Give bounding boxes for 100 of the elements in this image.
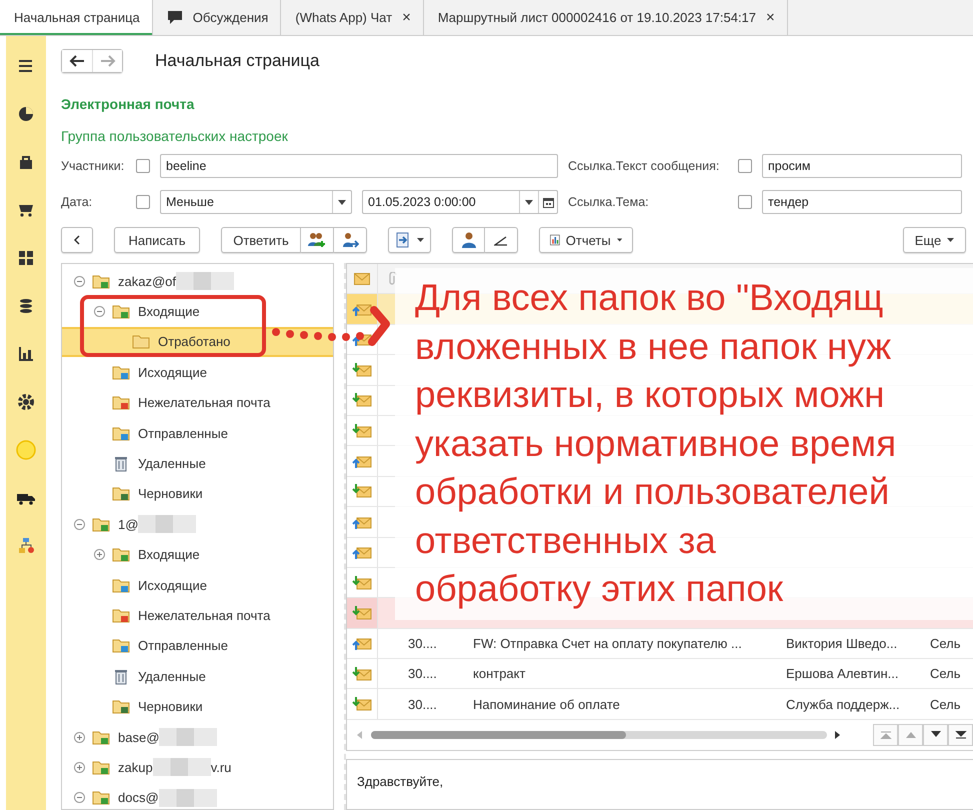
annotation-text: обработку этих папок bbox=[415, 567, 784, 611]
folder-icon bbox=[112, 576, 130, 594]
annotation-text: обработки и пользователей bbox=[415, 470, 890, 514]
folder-icon bbox=[132, 333, 150, 350]
folder-icon bbox=[112, 485, 130, 502]
scroll-right-icon[interactable] bbox=[835, 730, 841, 739]
filter-label: Участники: bbox=[61, 159, 126, 173]
tree-item[interactable]: Отправленные bbox=[62, 630, 333, 662]
back-button[interactable] bbox=[62, 50, 92, 72]
tree-item[interactable]: docs@ bbox=[62, 782, 333, 809]
checkbox[interactable] bbox=[136, 195, 150, 209]
tree-item[interactable]: Черновики bbox=[62, 691, 333, 722]
caret-icon bbox=[417, 238, 424, 242]
tree-item[interactable]: Нежелательная почта bbox=[62, 600, 333, 631]
diagram-icon[interactable] bbox=[16, 536, 36, 556]
table-cell: Сель bbox=[930, 696, 961, 712]
expander-icon[interactable] bbox=[94, 549, 105, 560]
responsible-button[interactable] bbox=[452, 227, 485, 253]
envelope-icon bbox=[354, 272, 370, 285]
annotation-text: ответственных за bbox=[415, 518, 716, 562]
expander-icon[interactable] bbox=[94, 306, 105, 318]
tab[interactable]: (Whats App) Чат × bbox=[281, 0, 424, 35]
caret-icon bbox=[947, 238, 954, 242]
pie-icon[interactable] bbox=[16, 104, 36, 124]
table-cell: Служба поддерж... bbox=[786, 696, 900, 712]
section-title: Электронная почта bbox=[61, 96, 196, 114]
back-arrow-icon bbox=[69, 55, 85, 67]
expander-icon[interactable] bbox=[74, 762, 85, 773]
tab[interactable]: Начальная страница bbox=[0, 0, 153, 35]
filter-label: Ссылка.Текст сообщения: bbox=[568, 159, 720, 173]
close-icon[interactable]: × bbox=[402, 9, 411, 26]
table-cell: Сель bbox=[930, 636, 961, 651]
table-cell: 30.... bbox=[408, 696, 437, 712]
annotation-text: указать нормативное время bbox=[415, 422, 896, 466]
date-field[interactable]: 01.05.2023 0:00:00 bbox=[362, 190, 558, 214]
expander-icon[interactable] bbox=[74, 732, 85, 743]
tree-item[interactable]: Исходящие bbox=[62, 570, 333, 600]
table-cell: 30.... bbox=[408, 636, 437, 651]
down-icon bbox=[930, 731, 942, 738]
checkbox[interactable] bbox=[738, 195, 752, 209]
people-plus-icon bbox=[308, 232, 326, 248]
last-row-button[interactable] bbox=[948, 724, 973, 746]
tree-item[interactable]: Входящие bbox=[62, 540, 333, 570]
input-field[interactable]: тендер bbox=[762, 190, 962, 214]
tree-item[interactable]: Нежелательная почта bbox=[62, 388, 333, 418]
tree-item[interactable]: Черновики bbox=[62, 478, 333, 510]
tree-item[interactable]: zakaz@of bbox=[62, 266, 333, 296]
calendar-icon bbox=[542, 196, 554, 208]
tree-item[interactable]: Исходящие bbox=[62, 357, 333, 388]
reply-all-button[interactable] bbox=[301, 227, 334, 253]
tree-item[interactable]: base@ bbox=[62, 722, 333, 752]
move-dropdown-button[interactable] bbox=[388, 227, 431, 253]
tree-item[interactable]: Отправленные bbox=[62, 418, 333, 448]
tab[interactable]: Обсуждения bbox=[152, 0, 282, 35]
horizontal-scrollbar[interactable] bbox=[371, 730, 827, 739]
folder-icon bbox=[112, 364, 130, 381]
checkbox[interactable] bbox=[136, 159, 150, 173]
mailbox-folder-icon bbox=[92, 789, 110, 806]
first-row-button[interactable] bbox=[873, 724, 898, 746]
more-button[interactable]: Еще bbox=[903, 227, 966, 253]
chat-icon bbox=[166, 10, 183, 25]
filter-label: Ссылка.Тема: bbox=[568, 195, 650, 209]
preview-text: Здравствуйте, bbox=[357, 774, 444, 789]
tab[interactable]: Маршрутный лист 000002416 от 19.10.2023 17:54:17 × bbox=[424, 0, 788, 35]
row-marker-cell[interactable] bbox=[347, 294, 378, 324]
row-marker-cell[interactable] bbox=[347, 598, 378, 628]
page-title: Начальная страница bbox=[155, 51, 320, 71]
trash-icon bbox=[112, 668, 130, 685]
input-field[interactable]: beeline bbox=[160, 154, 558, 178]
reply-button[interactable]: Ответить bbox=[221, 227, 301, 253]
expander-icon[interactable] bbox=[74, 792, 85, 804]
condition-select[interactable]: Меньше bbox=[160, 190, 352, 214]
gear-icon[interactable] bbox=[16, 392, 36, 412]
input-field[interactable]: просим bbox=[762, 154, 962, 178]
table-cell: контракт bbox=[473, 666, 526, 682]
checkbox[interactable] bbox=[738, 159, 752, 173]
reports-button[interactable]: Отчеты bbox=[539, 227, 633, 253]
annotation-text: вложенных в нее папок нуж bbox=[415, 324, 892, 369]
table-cell: Ершова Алевтин... bbox=[786, 666, 898, 682]
tree-item[interactable]: Удаленные bbox=[62, 661, 333, 692]
write-button[interactable]: Написать bbox=[114, 227, 200, 253]
person-icon bbox=[462, 232, 476, 248]
bars-icon[interactable] bbox=[16, 344, 36, 364]
expander-icon[interactable] bbox=[74, 276, 85, 287]
next-row-button[interactable] bbox=[923, 724, 948, 746]
annotation-text: реквизиты, в которых можн bbox=[415, 373, 885, 417]
grid-icon[interactable] bbox=[16, 248, 36, 268]
angle-button[interactable] bbox=[485, 227, 518, 253]
last-icon bbox=[954, 730, 966, 739]
expander-icon[interactable] bbox=[74, 518, 85, 530]
tree-item[interactable]: 1@ bbox=[62, 509, 333, 540]
close-icon[interactable]: × bbox=[766, 9, 775, 26]
up-icon bbox=[904, 731, 916, 738]
tree-item[interactable]: zakup v.ru bbox=[62, 752, 333, 783]
folder-icon bbox=[112, 546, 130, 564]
caret-icon bbox=[616, 238, 622, 242]
collapse-button[interactable] bbox=[61, 227, 93, 253]
tree-item[interactable]: Удаленные bbox=[62, 448, 333, 479]
forward-button[interactable] bbox=[334, 227, 367, 253]
tree-item[interactable]: Входящие bbox=[62, 296, 333, 327]
